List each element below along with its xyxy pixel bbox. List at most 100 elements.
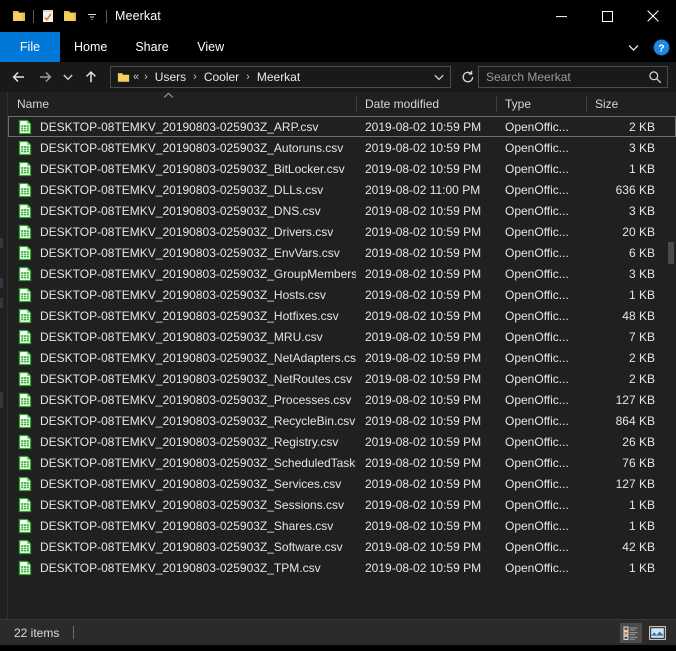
file-name-cell[interactable]: DESKTOP-08TEMKV_20190803-025903Z_GroupMe… [8, 263, 356, 284]
large-icons-view-button[interactable] [646, 623, 668, 643]
details-view-button[interactable] [620, 623, 642, 643]
table-row[interactable]: DESKTOP-08TEMKV_20190803-025903Z_GroupMe… [8, 263, 676, 284]
csv-spreadsheet-icon [17, 329, 33, 345]
file-date-cell: 2019-08-02 10:59 PM [365, 560, 482, 575]
breadcrumb-item-meerkat[interactable]: Meerkat [253, 70, 304, 84]
maximize-button[interactable] [584, 0, 630, 32]
table-row[interactable]: DESKTOP-08TEMKV_20190803-025903Z_MRU.csv… [8, 326, 676, 347]
file-name-label: DESKTOP-08TEMKV_20190803-025903Z_Autorun… [40, 140, 344, 155]
column-header-size-label: Size [595, 97, 619, 111]
table-row[interactable]: DESKTOP-08TEMKV_20190803-025903Z_Session… [8, 494, 676, 515]
properties-icon[interactable] [37, 5, 59, 27]
file-name-cell[interactable]: DESKTOP-08TEMKV_20190803-025903Z_Recycle… [8, 410, 356, 431]
file-name-cell[interactable]: DESKTOP-08TEMKV_20190803-025903Z_Session… [8, 494, 356, 515]
table-row[interactable]: DESKTOP-08TEMKV_20190803-025903Z_BitLock… [8, 158, 676, 179]
file-name-label: DESKTOP-08TEMKV_20190803-025903Z_Softwar… [40, 539, 343, 554]
refresh-icon[interactable] [458, 67, 478, 87]
up-button[interactable] [78, 65, 104, 89]
file-name-cell[interactable]: DESKTOP-08TEMKV_20190803-025903Z_Hotfixe… [8, 305, 356, 326]
file-size-cell: 1 KB [628, 161, 655, 176]
minimize-button[interactable] [538, 0, 584, 32]
back-button[interactable] [6, 65, 32, 89]
table-row[interactable]: DESKTOP-08TEMKV_20190803-025903Z_Softwar… [8, 536, 676, 557]
file-type-cell: OpenOffic... [505, 266, 569, 281]
table-row[interactable]: DESKTOP-08TEMKV_20190803-025903Z_ARP.csv… [8, 116, 676, 137]
file-name-cell[interactable]: DESKTOP-08TEMKV_20190803-025903Z_DNS.csv [8, 200, 356, 221]
tab-home[interactable]: Home [60, 32, 121, 62]
file-name-cell[interactable]: DESKTOP-08TEMKV_20190803-025903Z_Service… [8, 473, 356, 494]
file-date-cell: 2019-08-02 10:59 PM [365, 266, 482, 281]
vertical-scrollbar[interactable] [666, 92, 676, 619]
table-row[interactable]: DESKTOP-08TEMKV_20190803-025903Z_NetRout… [8, 368, 676, 389]
table-row[interactable]: DESKTOP-08TEMKV_20190803-025903Z_Hosts.c… [8, 284, 676, 305]
file-size-cell: 127 KB [615, 392, 655, 407]
csv-spreadsheet-icon [17, 266, 33, 282]
csv-spreadsheet-icon [17, 560, 33, 576]
breadcrumb[interactable]: « › Users › Cooler › Meerkat [110, 66, 451, 88]
search-icon[interactable] [647, 69, 663, 85]
quick-access-chevron-down-icon[interactable] [81, 5, 103, 27]
table-row[interactable]: DESKTOP-08TEMKV_20190803-025903Z_Hotfixe… [8, 305, 676, 326]
file-list[interactable]: DESKTOP-08TEMKV_20190803-025903Z_ARP.csv… [8, 116, 676, 619]
table-row[interactable]: DESKTOP-08TEMKV_20190803-025903Z_NetAdap… [8, 347, 676, 368]
search-input[interactable] [486, 70, 647, 84]
table-row[interactable]: DESKTOP-08TEMKV_20190803-025903Z_Autorun… [8, 137, 676, 158]
file-name-cell[interactable]: DESKTOP-08TEMKV_20190803-025903Z_EnvVars… [8, 242, 356, 263]
column-header-type[interactable]: Type [496, 92, 586, 116]
file-name-cell[interactable]: DESKTOP-08TEMKV_20190803-025903Z_MRU.csv [8, 326, 356, 347]
file-name-cell[interactable]: DESKTOP-08TEMKV_20190803-025903Z_Softwar… [8, 536, 356, 557]
table-row[interactable]: DESKTOP-08TEMKV_20190803-025903Z_Schedul… [8, 452, 676, 473]
file-size-cell: 1 KB [628, 560, 655, 575]
file-name-label: DESKTOP-08TEMKV_20190803-025903Z_Schedul… [40, 455, 356, 470]
table-row[interactable]: DESKTOP-08TEMKV_20190803-025903Z_Shares.… [8, 515, 676, 536]
file-name-cell[interactable]: DESKTOP-08TEMKV_20190803-025903Z_Process… [8, 389, 356, 410]
file-type-cell: OpenOffic... [505, 413, 569, 428]
table-row[interactable]: DESKTOP-08TEMKV_20190803-025903Z_EnvVars… [8, 242, 676, 263]
search-box[interactable] [478, 66, 668, 88]
file-name-cell[interactable]: DESKTOP-08TEMKV_20190803-025903Z_Shares.… [8, 515, 356, 536]
file-name-cell[interactable]: DESKTOP-08TEMKV_20190803-025903Z_Autorun… [8, 137, 356, 158]
column-header-date-modified[interactable]: Date modified [356, 92, 496, 116]
file-type-cell: OpenOffic... [505, 224, 569, 239]
file-name-cell[interactable]: DESKTOP-08TEMKV_20190803-025903Z_DLLs.cs… [8, 179, 356, 200]
new-folder-icon[interactable] [59, 5, 81, 27]
tab-view[interactable]: View [183, 32, 239, 62]
file-date-cell: 2019-08-02 10:59 PM [365, 413, 482, 428]
scrollbar-thumb[interactable] [668, 242, 674, 264]
forward-button[interactable] [32, 65, 58, 89]
breadcrumb-item-cooler[interactable]: Cooler [200, 70, 243, 84]
expand-ribbon-chevron-down-icon[interactable] [622, 34, 644, 60]
file-name-cell[interactable]: DESKTOP-08TEMKV_20190803-025903Z_Registr… [8, 431, 356, 452]
file-name-cell[interactable]: DESKTOP-08TEMKV_20190803-025903Z_Schedul… [8, 452, 356, 473]
table-row[interactable]: DESKTOP-08TEMKV_20190803-025903Z_TPM.csv… [8, 557, 676, 578]
table-row[interactable]: DESKTOP-08TEMKV_20190803-025903Z_Recycle… [8, 410, 676, 431]
tab-share[interactable]: Share [121, 32, 182, 62]
column-header-name[interactable]: Name [8, 92, 356, 116]
navigation-pane-edge[interactable] [0, 92, 8, 619]
file-name-cell[interactable]: DESKTOP-08TEMKV_20190803-025903Z_Drivers… [8, 221, 356, 242]
help-icon[interactable]: ? [650, 34, 672, 60]
table-row[interactable]: DESKTOP-08TEMKV_20190803-025903Z_DLLs.cs… [8, 179, 676, 200]
csv-spreadsheet-icon [17, 413, 33, 429]
table-row[interactable]: DESKTOP-08TEMKV_20190803-025903Z_Process… [8, 389, 676, 410]
tab-file[interactable]: File [0, 32, 60, 62]
close-button[interactable] [630, 0, 676, 32]
address-history-chevron-down-icon[interactable] [430, 67, 448, 87]
file-name-cell[interactable]: DESKTOP-08TEMKV_20190803-025903Z_ARP.csv [8, 116, 356, 137]
file-name-label: DESKTOP-08TEMKV_20190803-025903Z_NetRout… [40, 371, 352, 386]
file-name-cell[interactable]: DESKTOP-08TEMKV_20190803-025903Z_Hosts.c… [8, 284, 356, 305]
file-name-cell[interactable]: DESKTOP-08TEMKV_20190803-025903Z_BitLock… [8, 158, 356, 179]
table-row[interactable]: DESKTOP-08TEMKV_20190803-025903Z_Drivers… [8, 221, 676, 242]
breadcrumb-item-users[interactable]: Users [151, 70, 190, 84]
recent-locations-chevron-down-icon[interactable] [58, 65, 78, 89]
column-header-size[interactable]: Size [586, 92, 666, 116]
file-name-cell[interactable]: DESKTOP-08TEMKV_20190803-025903Z_TPM.csv [8, 557, 356, 578]
table-row[interactable]: DESKTOP-08TEMKV_20190803-025903Z_Registr… [8, 431, 676, 452]
table-row[interactable]: DESKTOP-08TEMKV_20190803-025903Z_Service… [8, 473, 676, 494]
file-name-cell[interactable]: DESKTOP-08TEMKV_20190803-025903Z_NetRout… [8, 368, 356, 389]
breadcrumb-overflow[interactable]: « [131, 71, 141, 83]
folder-icon[interactable] [8, 5, 30, 27]
file-type-cell: OpenOffic... [505, 539, 569, 554]
file-name-cell[interactable]: DESKTOP-08TEMKV_20190803-025903Z_NetAdap… [8, 347, 356, 368]
table-row[interactable]: DESKTOP-08TEMKV_20190803-025903Z_DNS.csv… [8, 200, 676, 221]
